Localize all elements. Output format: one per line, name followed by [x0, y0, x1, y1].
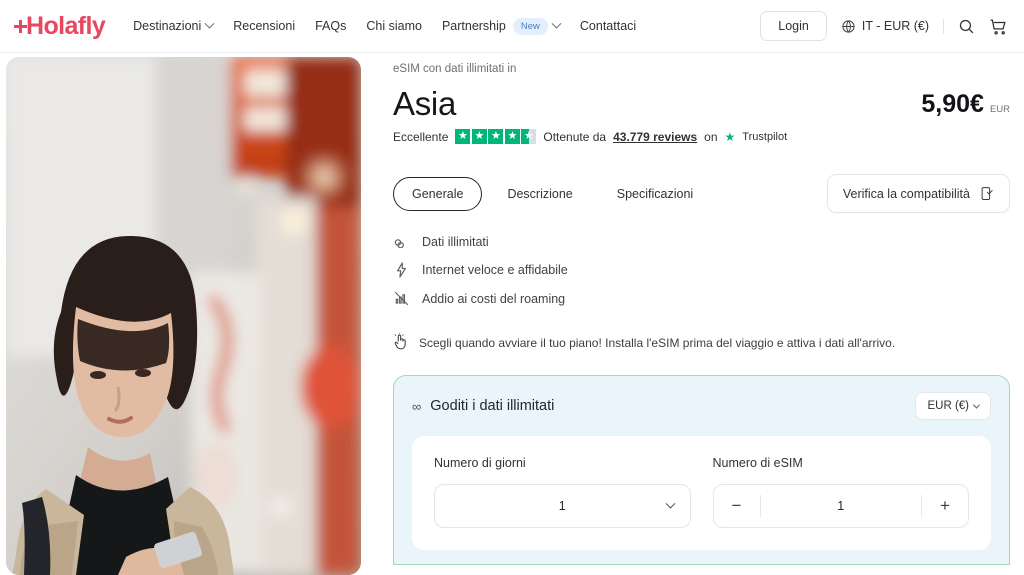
tap-hand-icon: [393, 333, 408, 353]
rating-label: Eccellente: [393, 129, 449, 144]
product-eyebrow: eSIM con dati illimitati in: [393, 63, 517, 75]
globe-icon: [842, 19, 855, 33]
chevron-down-icon: [551, 18, 562, 29]
nav-label: Chi siamo: [366, 19, 422, 33]
esim-increment-button[interactable]: +: [922, 485, 968, 527]
nav-label: Partnership: [441, 19, 506, 33]
reviews-prefix: Ottenute da: [543, 129, 607, 144]
activation-tip: Scegli quando avviare il tuo piano! Inst…: [393, 333, 1024, 353]
nav-label: Recensioni: [233, 19, 296, 33]
search-icon: [959, 19, 974, 33]
rating-stars: ★ ★ ★ ★ ★: [455, 129, 537, 144]
nav-label: Contattaci: [579, 19, 637, 33]
hero-image: [6, 57, 361, 575]
feature-label: Dati illimitati: [422, 235, 489, 249]
days-select[interactable]: 1: [434, 484, 691, 528]
search-button[interactable]: [958, 18, 975, 35]
infinity-icon: [393, 237, 410, 248]
price-currency: EUR: [989, 104, 1010, 115]
cart-button[interactable]: [989, 17, 1008, 36]
main-navigation: Destinazioni Recensioni FAQs Chi siamo P…: [133, 17, 636, 35]
no-roaming-icon: [393, 291, 410, 306]
nav-label: FAQs: [315, 19, 347, 33]
site-header: Holafly Destinazioni Recensioni FAQs Chi…: [0, 0, 1024, 53]
chevron-down-icon: [665, 498, 675, 513]
header-actions: Login IT - EUR (€): [760, 11, 1008, 41]
esim-quantity-value: 1: [837, 499, 845, 513]
check-compatibility-button[interactable]: Verifica la compatibilità: [826, 174, 1010, 213]
locale-label: IT - EUR (€): [861, 19, 929, 33]
trustpilot-label: Trustpilot: [742, 130, 788, 143]
logo-text: Holafly: [26, 11, 106, 40]
currency-value: EUR (€): [927, 400, 969, 412]
tip-text: Scegli quando avviare il tuo piano! Inst…: [419, 336, 896, 350]
tab-descrizione[interactable]: Descrizione: [488, 177, 591, 211]
holafly-logo[interactable]: Holafly: [14, 11, 106, 41]
star-filled-4: ★: [504, 129, 520, 144]
days-label: Numero di giorni: [434, 456, 526, 470]
esim-label: Numero di eSIM: [712, 456, 803, 470]
login-button[interactable]: Login: [760, 11, 827, 41]
esim-field: Numero di eSIM − 1 +: [712, 456, 969, 528]
plan-card-title: Goditi i dati illimitati: [430, 398, 555, 414]
plan-selector-card: ∞ Goditi i dati illimitati EUR (€) Numer…: [393, 375, 1010, 565]
chevron-down-icon: [972, 401, 981, 409]
tab-specificazioni[interactable]: Specificazioni: [598, 177, 712, 211]
nav-label: Destinazioni: [133, 19, 202, 33]
star-filled-1: ★: [455, 129, 471, 144]
price-block: 5,90€ EUR: [921, 85, 1010, 119]
feature-dati-illimitati: Dati illimitati: [393, 235, 1024, 249]
infinity-icon: ∞: [412, 398, 422, 414]
page-title: Asia: [393, 85, 456, 122]
plan-card-title-group: ∞ Goditi i dati illimitati: [412, 398, 554, 414]
reviews-count-link[interactable]: 43.779 reviews: [613, 130, 697, 144]
feature-label: Addio ai costi del roaming: [422, 291, 566, 306]
title-row: Asia 5,90€ EUR: [393, 85, 1024, 123]
tab-generale[interactable]: Generale: [393, 176, 483, 211]
plan-card-header: ∞ Goditi i dati illimitati EUR (€): [412, 392, 991, 420]
esim-stepper: − 1 +: [712, 484, 969, 528]
product-content: eSIM con dati illimitati in Asia 5,90€ E…: [361, 53, 1024, 575]
days-field: Numero di giorni 1: [434, 456, 691, 528]
feature-list: Dati illimitati Internet veloce e affida…: [393, 235, 1024, 306]
feature-internet-veloce: Internet veloce e affidabile: [393, 262, 1024, 278]
cart-icon: [990, 19, 1006, 34]
nav-item-faqs[interactable]: FAQs: [315, 19, 346, 33]
trustpilot-star-icon: ★: [724, 129, 736, 144]
hero-photo: [6, 57, 361, 575]
days-value: 1: [558, 499, 566, 513]
phone-check-icon: [981, 187, 993, 200]
product-price: 5,90€: [921, 90, 984, 118]
nav-item-contattaci[interactable]: Contattaci: [580, 19, 636, 33]
page-body: eSIM con dati illimitati in Asia 5,90€ E…: [0, 53, 1024, 575]
compat-label: Verifica la compatibilità: [842, 186, 970, 201]
nav-item-destinazioni[interactable]: Destinazioni: [133, 18, 215, 33]
nav-item-partnership[interactable]: Partnership New: [441, 17, 562, 35]
feature-no-roaming: Addio ai costi del roaming: [393, 291, 1024, 306]
lightning-bolt-icon: [393, 262, 410, 278]
tabs-row: Generale Descrizione Specificazioni Veri…: [393, 174, 1024, 213]
trustpilot-rating: Eccellente ★ ★ ★ ★ ★ Ottenute da 43.779 …: [393, 129, 1024, 144]
nav-item-recensioni[interactable]: Recensioni: [233, 19, 295, 33]
nav-item-chi-siamo[interactable]: Chi siamo: [366, 19, 422, 33]
chevron-down-icon: [204, 18, 215, 29]
new-badge: New: [512, 17, 548, 35]
star-filled-2: ★: [471, 129, 487, 144]
star-half-5: ★: [521, 129, 537, 144]
plan-options: Numero di giorni 1 Numero di eSIM − 1 +: [412, 436, 991, 550]
star-filled-3: ★: [488, 129, 504, 144]
locale-selector[interactable]: IT - EUR (€): [841, 19, 929, 34]
currency-selector[interactable]: EUR (€): [915, 392, 991, 420]
feature-label: Internet veloce e affidabile: [422, 263, 568, 277]
reviews-on-text: on: [704, 129, 718, 144]
esim-decrement-button[interactable]: −: [714, 485, 760, 527]
product-tabs: Generale Descrizione Specificazioni: [393, 176, 712, 211]
header-divider: [943, 18, 944, 34]
logo-cross-icon: [14, 19, 27, 33]
